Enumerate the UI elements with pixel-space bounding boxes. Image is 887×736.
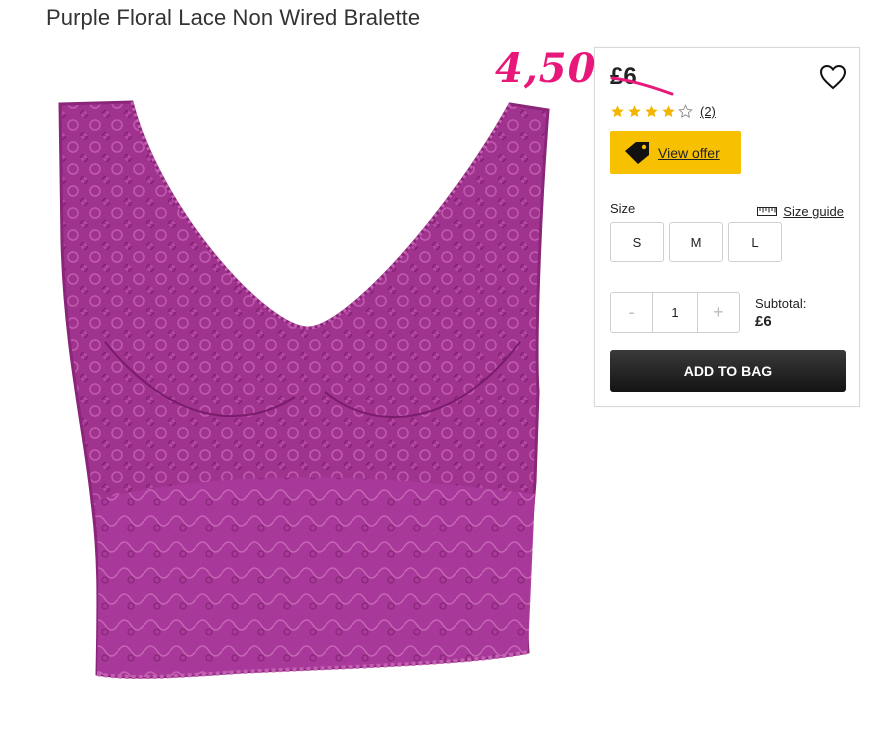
view-offer-button[interactable]: View offer xyxy=(610,131,741,174)
size-option-s[interactable]: S xyxy=(610,222,664,262)
quantity-increase-button[interactable]: + xyxy=(698,293,739,332)
subtotal-value: £6 xyxy=(755,313,772,330)
star-icon xyxy=(611,105,624,118)
star-empty-icon xyxy=(678,104,693,119)
price-strikethrough xyxy=(610,76,674,96)
star-icon xyxy=(645,105,658,118)
product-image xyxy=(58,100,550,680)
ruler-icon xyxy=(757,207,778,216)
add-to-bag-button[interactable]: ADD TO BAG xyxy=(610,350,846,392)
rating: (2) xyxy=(610,104,716,119)
quantity-decrease-button[interactable]: - xyxy=(611,293,652,332)
size-guide-link[interactable]: Size guide xyxy=(757,204,844,219)
size-option-l[interactable]: L xyxy=(728,222,782,262)
view-offer-label: View offer xyxy=(658,144,720,161)
star-icon xyxy=(628,105,641,118)
price-block: £6 xyxy=(610,60,674,96)
review-count-link[interactable]: (2) xyxy=(700,104,716,119)
bralette-band xyxy=(95,477,535,678)
size-option-m[interactable]: M xyxy=(669,222,723,262)
purchase-panel: £6 (2) View offer Size Size guide S M L … xyxy=(594,47,860,407)
product-title: Purple Floral Lace Non Wired Bralette xyxy=(46,5,421,30)
quantity-stepper: - 1 + xyxy=(610,292,740,333)
star-icon xyxy=(662,105,675,118)
handwritten-price-annotation: 4,50 xyxy=(495,45,597,92)
size-guide-label: Size guide xyxy=(783,204,844,219)
star-rating xyxy=(610,104,695,119)
heart-icon[interactable] xyxy=(819,64,847,90)
subtotal-label: Subtotal: xyxy=(755,296,807,311)
size-label: Size xyxy=(610,201,636,216)
quantity-input[interactable]: 1 xyxy=(652,293,698,332)
subtotal: Subtotal: £6 xyxy=(755,296,806,330)
size-options: S M L xyxy=(610,222,787,262)
price-tag-icon xyxy=(625,141,649,164)
